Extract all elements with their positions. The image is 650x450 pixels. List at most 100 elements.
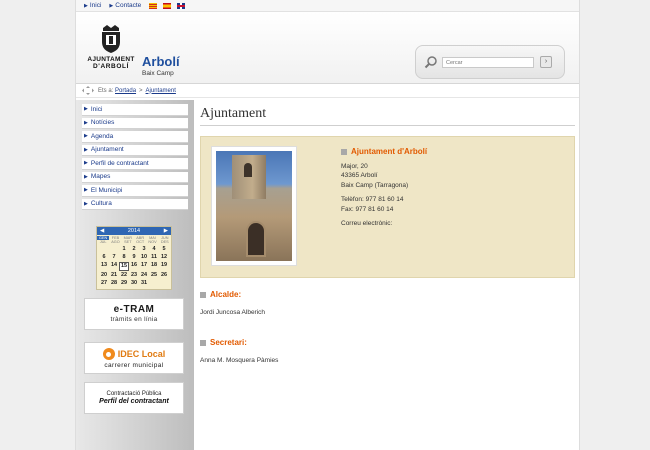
calendar-day[interactable]: 23 (129, 272, 139, 279)
calendar-widget: ◀ 2014 ▶ GEN FEB MAR ABR MAI JUN JUL AGO SET OCT N… (96, 226, 172, 290)
top-link-contact[interactable]: ▶ Contacte (109, 2, 141, 9)
breadcrumb-home-link[interactable]: Portada (115, 88, 136, 94)
sidebar-item-ajuntament[interactable]: ▶ Ajuntament (82, 144, 188, 156)
top-bar: ▶ Inici ▶ Contacte (76, 0, 579, 12)
sidebar-item-el-municipi[interactable]: ▶ El Municipi (82, 185, 188, 197)
calendar-day[interactable]: 13 (99, 262, 109, 271)
spanish-flag-icon[interactable] (163, 2, 172, 9)
etram-subtitle: tràmits en línia (110, 316, 158, 323)
secretari-heading: Secretari: (210, 338, 247, 347)
breadcrumb-current-link[interactable]: Ajuntament (146, 88, 176, 94)
sidebar-item-cultura[interactable]: ▶ Cultura (82, 198, 188, 210)
calendar-day[interactable]: 12 (159, 254, 169, 261)
town-hall-photo (211, 146, 297, 266)
bullet-square-icon (200, 339, 206, 346)
contractacio-banner[interactable]: Contractació Pública Perfil del contract… (84, 382, 184, 414)
calendar-day[interactable]: 16 (129, 262, 139, 271)
calendar-day[interactable]: 25 (149, 272, 159, 279)
calendar-day[interactable]: 9 (129, 254, 139, 261)
calendar-month[interactable]: SET (122, 240, 134, 244)
site-title[interactable]: Arbolí (142, 54, 180, 69)
triangle-right-icon: ▶ (84, 160, 88, 167)
etram-banner[interactable]: e-TRAM tràmits en línia (84, 298, 184, 330)
alcalde-heading-row: Alcalde: (200, 290, 575, 299)
coat-of-arms-icon (102, 25, 120, 53)
sidebar-item-label: Mapes (90, 173, 111, 181)
calendar-day[interactable]: 17 (139, 262, 149, 271)
sidebar-item-label: El Municipi (90, 186, 123, 194)
calendar-day[interactable]: 31 (139, 280, 149, 287)
catalan-flag-icon[interactable] (149, 2, 158, 9)
calendar-day[interactable]: 11 (149, 254, 159, 261)
calendar-day[interactable]: 2 (129, 246, 139, 253)
calendar-day[interactable]: 5 (159, 246, 169, 253)
site-subtitle: Baix Camp (142, 70, 174, 77)
calendar-day[interactable]: 29 (119, 280, 129, 287)
calendar-month[interactable]: NOV (146, 240, 158, 244)
triangle-right-icon: ▶ (84, 106, 88, 113)
calendar-day[interactable]: 1 (119, 246, 129, 253)
calendar-day[interactable]: 20 (99, 272, 109, 279)
next-year-icon[interactable]: ▶ (164, 228, 168, 234)
sidebar-item-label: Notícies (90, 119, 115, 127)
calendar-day[interactable]: 8 (119, 254, 129, 261)
calendar-month[interactable]: DES (159, 240, 171, 244)
alcalde-section: Alcalde: Jordi Juncosa Alberich (200, 290, 575, 316)
arrow-right-icon: › (544, 58, 548, 65)
idec-logo-icon (102, 348, 115, 360)
triangle-right-icon: ▶ (84, 2, 88, 9)
calendar-days: 0012345678910111213141516171819202122232… (97, 245, 171, 287)
calendar-month[interactable]: AGO (109, 240, 121, 244)
calendar-day[interactable]: 28 (109, 280, 119, 287)
triangle-right-icon: ▶ (84, 133, 88, 140)
fax: Fax: 977 81 60 14 (341, 205, 394, 213)
sidebar-item-perfil-contractant[interactable]: ▶ Perfil de contractant (82, 158, 188, 170)
search-submit-button[interactable]: › (540, 56, 552, 68)
address-line-1: Major, 20 (341, 162, 368, 170)
church-image (216, 151, 292, 261)
prev-year-icon[interactable]: ◀ (100, 228, 104, 234)
calendar-day[interactable]: 26 (159, 272, 169, 279)
calendar-day[interactable]: 10 (139, 254, 149, 261)
idec-brand-row: IDEC Local (85, 348, 183, 360)
sidebar-item-inici[interactable]: ▶ Inici (82, 104, 188, 116)
contact-name: Ajuntament d'Arbolí (351, 147, 428, 156)
address-line-3: Baix Camp (Tarragona) (341, 181, 409, 189)
sidebar-item-label: Inici (90, 105, 103, 113)
email-label: Correu electrònic: (341, 220, 393, 227)
calendar-day[interactable]: 7 (109, 254, 119, 261)
alcalde-heading: Alcalde: (210, 290, 242, 299)
calendar-month[interactable]: JUL (97, 240, 109, 244)
calendar-month[interactable]: OCT (134, 240, 146, 244)
sidebar-item-mapes[interactable]: ▶ Mapes (82, 171, 188, 183)
idec-banner[interactable]: IDEC Local carrerer municipal (84, 342, 184, 374)
top-link-home[interactable]: ▶ Inici (84, 2, 101, 9)
municipal-logo[interactable]: AJUNTAMENT D'ARBOLÍ (86, 24, 136, 70)
triangle-right-icon: ▶ (84, 200, 88, 207)
sidebar-item-agenda[interactable]: ▶ Agenda (82, 131, 188, 143)
calendar-day[interactable]: 27 (99, 280, 109, 287)
calendar-day[interactable]: 3 (139, 246, 149, 253)
search-input[interactable] (442, 57, 534, 68)
idec-brand: IDEC Local (117, 349, 166, 359)
calendar-day[interactable]: 24 (139, 272, 149, 279)
calendar-year: 2014 (127, 228, 141, 234)
calendar-day[interactable]: 6 (99, 254, 109, 261)
calendar-day[interactable]: 14 (109, 262, 119, 271)
calendar-day[interactable]: 21 (109, 272, 119, 279)
calendar-day[interactable]: 30 (129, 280, 139, 287)
contact-details: Ajuntament d'Arbolí Major, 20 43365 Arbo… (341, 147, 427, 229)
calendar-day[interactable]: 4 (149, 246, 159, 253)
calendar-day[interactable]: 19 (159, 262, 169, 271)
calendar-day[interactable]: 15 (119, 262, 129, 271)
sidebar-item-noticies[interactable]: ▶ Notícies (82, 117, 188, 129)
top-link-label: Contacte (115, 2, 142, 9)
triangle-right-icon: ▶ (84, 146, 88, 153)
search-icon (424, 56, 437, 69)
calendar-day[interactable]: 22 (119, 272, 129, 279)
english-flag-icon[interactable] (177, 2, 186, 9)
triangle-right-icon: ▶ (109, 2, 114, 9)
idec-subtitle: carrerer municipal (104, 362, 164, 369)
calendar-day[interactable]: 18 (149, 262, 159, 271)
phone: Telèfon: 977 81 60 14 (341, 196, 404, 203)
